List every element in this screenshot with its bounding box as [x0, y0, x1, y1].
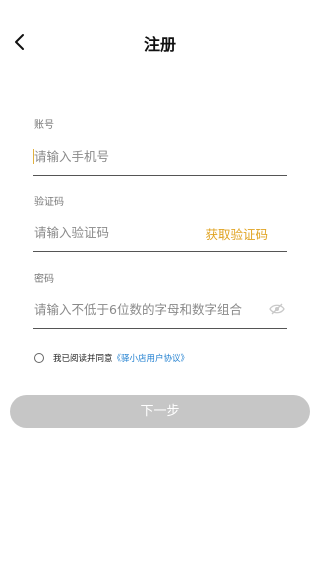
phone-input[interactable]: [33, 141, 284, 171]
password-input[interactable]: [33, 294, 266, 324]
eye-off-icon[interactable]: [269, 303, 285, 315]
page-title: 注册: [143, 35, 176, 54]
password-field-wrapper: [33, 294, 287, 329]
agreement-row: 我已阅读并同意 《驿小店用户协议》: [34, 350, 189, 366]
agreement-checkbox[interactable]: [34, 353, 44, 363]
verify-code-field-wrapper: 获取验证码: [33, 217, 287, 252]
password-label: 密码: [34, 274, 54, 285]
account-field-wrapper: [33, 141, 287, 176]
user-agreement-link[interactable]: 《驿小店用户协议》: [113, 352, 190, 364]
navigation-bar: 注册: [0, 0, 320, 84]
agreement-text: 我已阅读并同意: [53, 354, 113, 364]
verify-code-label: 验证码: [34, 197, 64, 208]
verify-code-input[interactable]: [33, 217, 194, 247]
account-label: 账号: [34, 120, 54, 131]
get-verify-code-button[interactable]: 获取验证码: [205, 224, 268, 243]
next-button[interactable]: 下一步: [10, 395, 310, 428]
